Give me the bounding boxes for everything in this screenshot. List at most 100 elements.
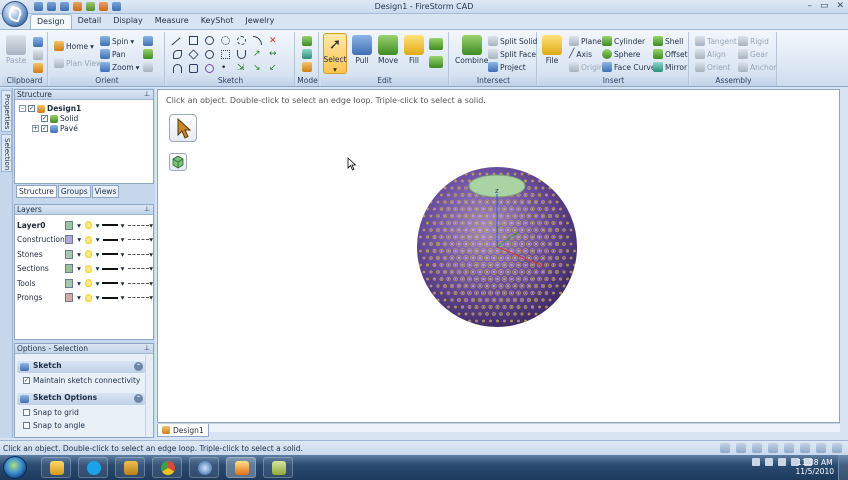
origin-button[interactable]: Origin: [569, 62, 604, 72]
line-style-icon[interactable]: [128, 239, 150, 240]
move-tool-button[interactable]: Move: [378, 35, 398, 65]
taskbar-firestorm[interactable]: [226, 457, 256, 478]
copy-icon[interactable]: [33, 50, 43, 60]
circle-tool-icon[interactable]: [205, 36, 214, 45]
zoom-button[interactable]: Zoom ▾: [100, 62, 139, 72]
chevron-down-icon[interactable]: ▾: [149, 264, 153, 273]
maintain-connectivity-option[interactable]: ✓ Maintain sketch connectivity: [23, 376, 140, 385]
tab-selection[interactable]: Selection: [1, 134, 12, 172]
layer-color-swatch[interactable]: [64, 278, 74, 288]
align-button[interactable]: Align: [695, 49, 726, 59]
arc-tool-icon[interactable]: [253, 36, 262, 45]
chevron-down-icon[interactable]: ▾: [96, 221, 100, 230]
taskbar-keychain[interactable]: [115, 457, 145, 478]
options-scrollbar[interactable]: [145, 355, 152, 437]
point-arc-icon[interactable]: [173, 64, 182, 73]
minimize-button[interactable]: –: [807, 1, 812, 11]
rotated-rect-tool-icon[interactable]: [188, 49, 199, 60]
visibility-checkbox[interactable]: ✓: [28, 105, 35, 112]
tray-up-arrow-icon[interactable]: [752, 458, 760, 466]
view-style-icon[interactable]: [832, 443, 842, 453]
pointer-icon[interactable]: [736, 443, 746, 453]
tab-groups[interactable]: Groups: [57, 185, 91, 198]
pin-icon[interactable]: ⊥: [144, 90, 150, 98]
line-weight-icon[interactable]: [102, 267, 118, 270]
mirror-button[interactable]: Mirror: [653, 62, 687, 72]
fill-tool-button[interactable]: Fill: [404, 35, 424, 65]
offset-curve-icon[interactable]: [221, 50, 230, 59]
split-face-button[interactable]: Split Face: [488, 49, 536, 59]
collapse-section-icon[interactable]: ⌃: [134, 394, 143, 403]
anchor-button[interactable]: Anchor: [738, 62, 776, 72]
chevron-down-icon[interactable]: ▾: [96, 293, 100, 302]
line-style-icon[interactable]: [128, 282, 150, 284]
visibility-bulb-icon[interactable]: [84, 279, 92, 287]
pull-tool-button[interactable]: Pull: [352, 35, 372, 65]
taskbar-chrome[interactable]: [152, 457, 182, 478]
expand-icon[interactable]: +: [32, 125, 39, 132]
snap-grid-checkbox[interactable]: [23, 409, 30, 416]
chevron-down-icon[interactable]: ▾: [77, 221, 81, 230]
design-canvas[interactable]: Click an object. Double-click to select …: [157, 89, 840, 423]
fly-icon[interactable]: [800, 443, 810, 453]
tab-display[interactable]: Display: [107, 14, 149, 29]
line-weight-icon[interactable]: [102, 282, 118, 284]
split-line-icon[interactable]: ↙: [269, 64, 278, 73]
tree-item-solid[interactable]: ✓ Solid: [41, 114, 78, 123]
chevron-down-icon[interactable]: ▾: [77, 293, 81, 302]
taskbar-media[interactable]: [189, 457, 219, 478]
layer-color-swatch[interactable]: [64, 264, 74, 273]
shell-button[interactable]: Shell: [653, 36, 683, 46]
chevron-down-icon[interactable]: ▾: [149, 250, 153, 259]
visibility-bulb-icon[interactable]: [84, 293, 92, 302]
bend-icon[interactable]: ↘: [253, 64, 262, 73]
chevron-down-icon[interactable]: ▾: [96, 279, 100, 288]
layer-row[interactable]: Tools ▾ ▾ ▾ ▾: [17, 277, 153, 289]
tab-views[interactable]: Views: [91, 185, 120, 198]
canvas-horizontal-scrollbar[interactable]: [158, 423, 840, 432]
show-desktop-button[interactable]: [838, 455, 848, 480]
undo-history-icon[interactable]: [768, 443, 778, 453]
orient-constraint-button[interactable]: Orient: [695, 62, 730, 72]
visibility-checkbox[interactable]: ✓: [41, 115, 48, 122]
chevron-down-icon[interactable]: ▾: [77, 250, 81, 259]
spin-button[interactable]: Spin ▾: [100, 36, 134, 46]
split-solid-button[interactable]: Split Solid: [488, 36, 537, 46]
offset-button[interactable]: Offset: [653, 49, 688, 59]
chevron-down-icon[interactable]: ▾: [149, 293, 153, 302]
chevron-down-icon[interactable]: ▾: [149, 221, 153, 230]
cut-icon[interactable]: [33, 37, 43, 47]
chevron-down-icon[interactable]: ▾: [121, 235, 125, 244]
trim-tool-icon[interactable]: ✕: [269, 36, 278, 46]
line-style-icon[interactable]: [128, 297, 150, 298]
graphics-style-icon[interactable]: [143, 49, 153, 59]
snap-angle-option[interactable]: Snap to angle: [23, 421, 85, 430]
tangent-button[interactable]: Tangent: [695, 36, 737, 46]
layer-color-swatch[interactable]: [64, 249, 74, 259]
select-mode-icon[interactable]: [720, 443, 730, 453]
chevron-down-icon[interactable]: ▾: [77, 235, 81, 244]
cylinder-button[interactable]: Cylinder: [602, 36, 645, 46]
plane-button[interactable]: Plane: [569, 36, 602, 46]
tray-flag-icon[interactable]: [778, 458, 786, 466]
tangent-arc-icon[interactable]: ↗: [253, 50, 262, 59]
layer-row[interactable]: Sections ▾ ▾ ▾ ▾: [17, 263, 153, 275]
visibility-bulb-icon[interactable]: [85, 235, 92, 244]
close-button[interactable]: ✕: [836, 1, 844, 11]
chevron-down-icon[interactable]: ▾: [121, 221, 125, 230]
section-mode-icon[interactable]: [302, 49, 312, 59]
collapse-icon[interactable]: –: [19, 105, 26, 112]
tray-app-icon[interactable]: [765, 458, 773, 466]
sweep-arc-icon[interactable]: [237, 50, 246, 59]
tree-item-pave[interactable]: + ✓ Pavé: [32, 124, 78, 133]
select-tool-button[interactable]: ➚ Select ▾: [323, 33, 347, 74]
face-curve-button[interactable]: Face Curve: [602, 62, 655, 72]
chamfer-icon[interactable]: [189, 64, 198, 73]
combine-small-icon[interactable]: [429, 38, 443, 50]
snap-view-icon[interactable]: [784, 443, 794, 453]
three-point-circle-icon[interactable]: [205, 50, 214, 59]
rectangle-tool-icon[interactable]: [189, 36, 198, 45]
snap-angle-checkbox[interactable]: [23, 422, 30, 429]
line-style-icon[interactable]: [128, 224, 150, 226]
format-painter-icon[interactable]: [33, 63, 43, 73]
